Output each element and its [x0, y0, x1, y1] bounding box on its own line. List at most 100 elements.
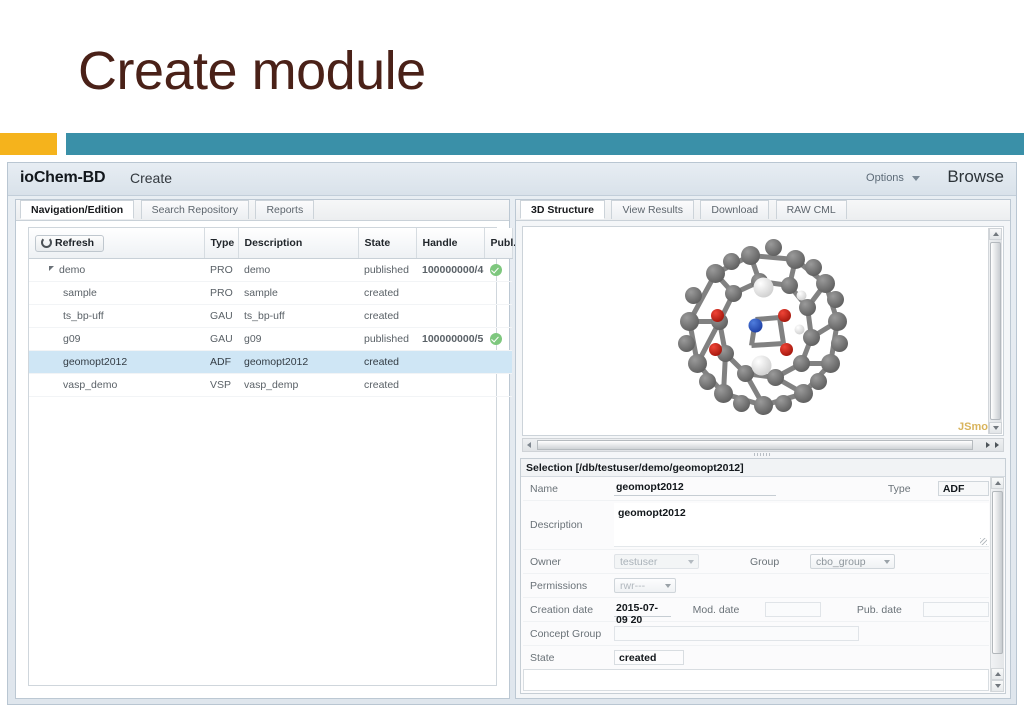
app-header: ioChem-BD Create Options Browse: [8, 163, 1016, 196]
owner-select[interactable]: testuser: [614, 554, 699, 569]
scroll-up-icon-secondary[interactable]: [991, 668, 1004, 680]
row-name-label: ts_bp-uff: [63, 310, 104, 322]
column-header-toolbar: Refresh: [29, 228, 205, 259]
resize-grip-icon[interactable]: [980, 538, 987, 545]
column-header-description[interactable]: Description: [238, 228, 359, 259]
table-row-selected[interactable]: geomopt2012 ADF geomopt2012 created: [29, 350, 512, 374]
row-description: geomopt2012: [238, 350, 358, 374]
scrollbar-thumb-horizontal[interactable]: [537, 440, 973, 450]
column-header-handle[interactable]: Handle: [416, 228, 485, 259]
selection-form-panel: Selection [/db/testuser/demo/geomopt2012…: [520, 453, 1006, 694]
table-row[interactable]: g09 GAU g09 published 100000000/5: [29, 327, 512, 351]
description-label: Description: [530, 519, 583, 531]
row-state: published: [358, 258, 416, 282]
row-type: PRO: [204, 258, 238, 282]
mod-date-field[interactable]: [764, 602, 821, 617]
expander-collapse-icon[interactable]: [49, 266, 54, 271]
selection-title: Selection [/db/testuser/demo/geomopt2012…: [521, 459, 1005, 477]
project-table: Refresh Type Description State Handle Pu…: [29, 228, 516, 397]
name-field[interactable]: geomopt2012: [614, 481, 776, 496]
scrollbar-thumb[interactable]: [990, 242, 1001, 420]
description-field[interactable]: geomopt2012: [614, 503, 989, 547]
row-name: geomopt2012: [29, 350, 204, 374]
state-label: State: [530, 651, 555, 664]
column-header-state[interactable]: State: [358, 228, 417, 259]
row-state: created: [358, 350, 416, 374]
form-row-description: Description geomopt2012: [523, 501, 989, 550]
selection-form: Name geomopt2012 Type ADF Description ge…: [523, 477, 989, 667]
row-name: demo: [29, 258, 204, 282]
row-publ: [484, 373, 512, 397]
row-name-label: vasp_demo: [63, 379, 118, 391]
row-name: vasp_demo: [29, 373, 204, 397]
viewer-vertical-scrollbar[interactable]: [988, 228, 1002, 434]
browse-button[interactable]: Browse: [947, 167, 1004, 187]
scroll-down-icon[interactable]: [989, 422, 1002, 434]
scrollbar-thumb[interactable]: [992, 491, 1003, 654]
details-panel: 3D Structure View Results Download RAW C…: [515, 199, 1011, 699]
mod-date-label: Mod. date: [692, 603, 740, 616]
slide: Create module ioChem-BD Create Options B…: [0, 0, 1024, 709]
row-type: GAU: [204, 327, 238, 351]
form-row-name: Name geomopt2012 Type ADF: [523, 477, 989, 501]
tab-search-repository[interactable]: Search Repository: [140, 200, 249, 219]
creation-date-field[interactable]: 2015-07-09 20: [614, 602, 671, 626]
scroll-up-icon[interactable]: [991, 477, 1004, 489]
column-header-type[interactable]: Type: [204, 228, 239, 259]
tab-reports[interactable]: Reports: [255, 200, 315, 219]
app-brand: ioChem-BD: [20, 169, 106, 186]
tab-view-results[interactable]: View Results: [611, 200, 694, 219]
row-handle: [416, 304, 484, 328]
row-type: PRO: [204, 281, 238, 305]
concept-group-field[interactable]: [614, 626, 859, 641]
type-label: Type: [887, 482, 911, 495]
options-menu[interactable]: Options: [866, 172, 920, 184]
selection-vertical-scrollbar[interactable]: [990, 477, 1004, 692]
tab-raw-cml[interactable]: RAW CML: [775, 200, 847, 219]
permissions-select[interactable]: rwr---: [614, 578, 676, 593]
scroll-right-icon[interactable]: [977, 439, 1003, 451]
row-handle: 100000000/4: [416, 258, 484, 282]
table-row[interactable]: sample PRO sample created: [29, 281, 512, 305]
splitter-grip[interactable]: [754, 453, 772, 456]
molecule-viewer[interactable]: JSmol: [522, 226, 1004, 436]
permissions-value: rwr---: [620, 580, 646, 592]
jsmol-watermark: JSmol: [957, 421, 991, 433]
pub-date-field[interactable]: [922, 602, 989, 617]
left-tab-strip: Navigation/Edition Search Repository Rep…: [16, 200, 509, 221]
tab-3d-structure[interactable]: 3D Structure: [520, 200, 606, 219]
row-description: sample: [238, 281, 358, 305]
table-row[interactable]: vasp_demo VSP vasp_demp created: [29, 373, 512, 397]
row-type: GAU: [204, 304, 238, 328]
state-field[interactable]: created: [614, 650, 684, 665]
bar-accent-teal: [66, 133, 1024, 155]
refresh-button[interactable]: Refresh: [35, 234, 105, 252]
scroll-left-icon[interactable]: [523, 439, 536, 451]
scroll-up-icon[interactable]: [989, 228, 1002, 240]
form-row-owner: Owner testuser Group cbo_group: [523, 550, 989, 574]
navigation-panel: Navigation/Edition Search Repository Rep…: [15, 199, 516, 699]
name-label: Name: [530, 482, 559, 495]
type-field[interactable]: ADF: [937, 481, 989, 496]
refresh-icon: [41, 236, 52, 248]
row-name-label: geomopt2012: [63, 356, 128, 368]
permissions-label: Permissions: [530, 579, 588, 592]
group-select[interactable]: cbo_group: [810, 554, 895, 569]
row-state: created: [358, 304, 416, 328]
application-window: ioChem-BD Create Options Browse Navigati…: [7, 162, 1017, 705]
page-title: Create module: [78, 41, 426, 101]
tab-download[interactable]: Download: [700, 200, 770, 219]
published-check-icon: [490, 263, 502, 276]
group-label: Group: [750, 555, 780, 568]
viewer-horizontal-scrollbar[interactable]: [522, 438, 1004, 452]
row-publ: [484, 327, 512, 351]
tab-navigation-edition[interactable]: Navigation/Edition: [20, 200, 135, 219]
scroll-down-icon[interactable]: [991, 680, 1004, 692]
row-publ: [484, 281, 512, 305]
form-row-concept-group: Concept Group: [523, 622, 989, 646]
column-header-publ[interactable]: Publ.: [484, 228, 516, 259]
refresh-label: Refresh: [55, 236, 95, 249]
table-row[interactable]: ts_bp-uff GAU ts_bp-uff created: [29, 304, 512, 328]
row-name-label: demo: [59, 264, 86, 276]
table-row[interactable]: demo PRO demo published 100000000/4: [29, 258, 512, 282]
